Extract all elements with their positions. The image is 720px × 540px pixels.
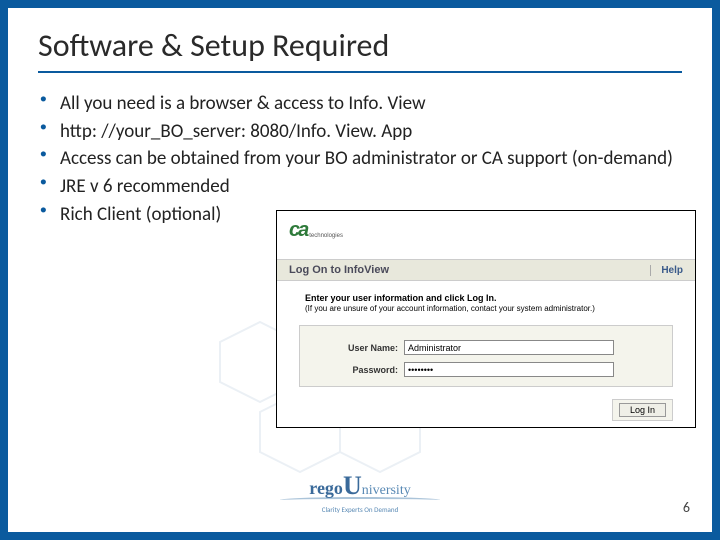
- instructions: Enter your user information and click Lo…: [305, 293, 595, 313]
- bullet-item: Rich Client (optional): [38, 202, 682, 228]
- instructions-small: (If you are unsure of your account infor…: [305, 304, 595, 313]
- logo-swoosh: [280, 497, 440, 503]
- logo-rest: niversity: [362, 483, 411, 498]
- instructions-bold: Enter your user information and click Lo…: [305, 293, 595, 303]
- slide-title: Software & Setup Required: [38, 26, 682, 65]
- password-label: Password:: [330, 365, 404, 375]
- help-link[interactable]: Help: [650, 265, 683, 276]
- infoview-screenshot: ca technologies Log On to InfoView Help …: [276, 210, 696, 428]
- logo-tagline: Clarity Experts On Demand: [280, 505, 440, 514]
- logo-rego: rego: [309, 478, 343, 498]
- login-button[interactable]: Log In: [619, 403, 666, 417]
- bullet-item: JRE v 6 recommended: [38, 174, 682, 200]
- username-input[interactable]: [404, 340, 614, 355]
- bullet-item: Access can be obtained from your BO admi…: [38, 146, 682, 172]
- infoview-bar: Log On to InfoView Help: [277, 259, 695, 281]
- bullet-item: All you need is a browser & access to In…: [38, 91, 682, 117]
- bullet-list: All you need is a browser & access to In…: [38, 91, 682, 227]
- username-label: User Name:: [330, 343, 404, 353]
- login-button-wrap: Log In: [612, 399, 673, 421]
- login-form: User Name: Password:: [299, 325, 673, 387]
- logo-u: U: [343, 471, 362, 500]
- bullet-item: http: //your_BO_server: 8080/Info. View.…: [38, 119, 682, 145]
- page-number: 6: [683, 499, 690, 516]
- ca-logo-subtext: technologies: [309, 233, 343, 239]
- password-input[interactable]: [404, 362, 614, 377]
- title-rule: [38, 71, 682, 73]
- bar-title: Log On to InfoView: [289, 264, 389, 276]
- footer-logo: regoUniversity Clarity Experts On Demand: [280, 471, 440, 514]
